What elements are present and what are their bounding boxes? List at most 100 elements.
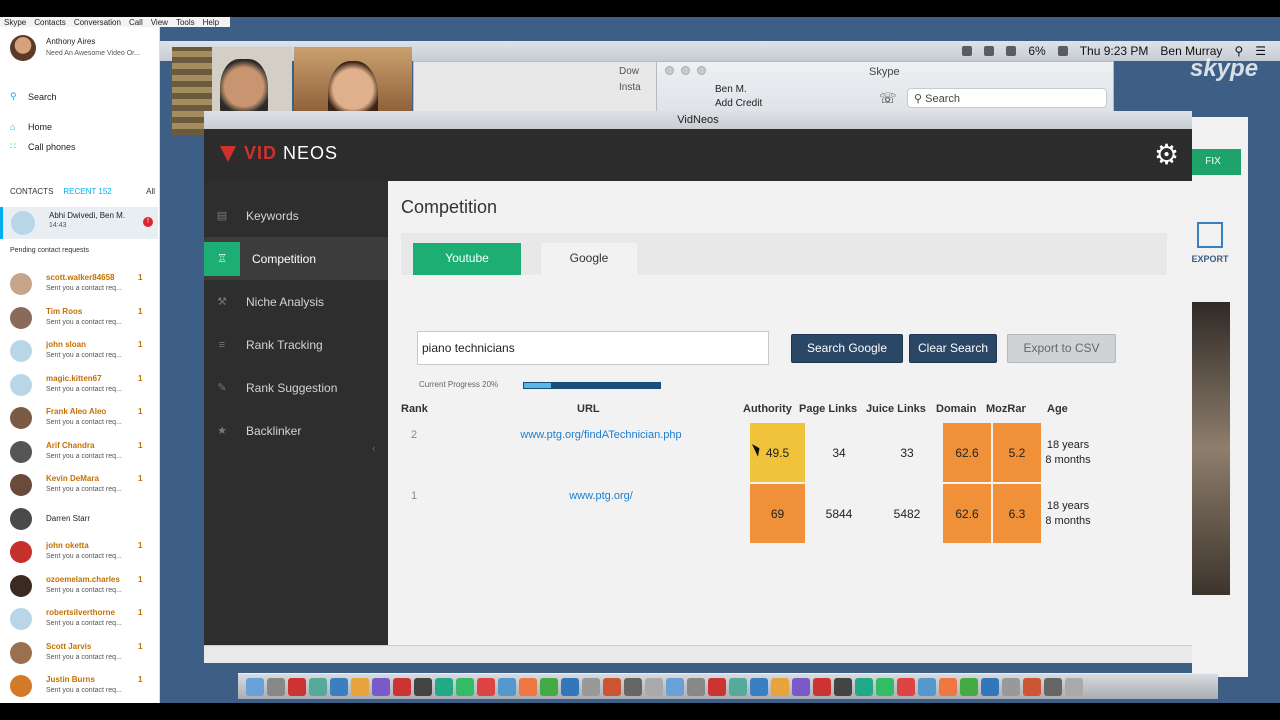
dock-app-icon[interactable]: [330, 678, 348, 696]
volume-icon[interactable]: [1057, 46, 1068, 56]
table-row[interactable]: 2 www.ptg.org/findATechnician.php 49.5 34 33…: [401, 423, 1101, 484]
cell-url[interactable]: www.ptg.org/findATechnician.php: [471, 423, 731, 482]
dock-app-icon[interactable]: [393, 678, 411, 696]
contact-request-item[interactable]: ozoemelam.charles Sent you a contact req.…: [0, 569, 158, 603]
collapse-sidebar-icon[interactable]: ‹: [372, 443, 376, 455]
menu-help[interactable]: Help: [203, 18, 219, 27]
dock-app-icon[interactable]: [1023, 678, 1041, 696]
dock-app-icon[interactable]: [855, 678, 873, 696]
menu-contacts[interactable]: Contacts: [34, 18, 66, 27]
battery-indicator[interactable]: 6%: [1028, 44, 1045, 58]
clear-search-button[interactable]: Clear Search: [909, 334, 997, 363]
tab-youtube[interactable]: Youtube: [413, 243, 521, 275]
settings-gear-icon[interactable]: ⚙: [1154, 139, 1179, 171]
fix-button[interactable]: FIX: [1185, 149, 1241, 175]
contact-request-item[interactable]: john sloan Sent you a contact req... 1: [0, 334, 158, 368]
skype-nav-call-phones[interactable]: ∷ Call phones: [10, 141, 76, 152]
keyword-search-input[interactable]: [417, 331, 769, 365]
contact-request-item[interactable]: john oketta Sent you a contact req... 1: [0, 535, 158, 569]
column-header[interactable]: Domain: [936, 403, 976, 415]
contact-request-item[interactable]: Darren Starr: [0, 502, 158, 536]
dock-app-icon[interactable]: [897, 678, 915, 696]
dock-app-icon[interactable]: [456, 678, 474, 696]
dock-app-icon[interactable]: [267, 678, 285, 696]
dock-app-icon[interactable]: [729, 678, 747, 696]
table-row[interactable]: 1 www.ptg.org/69 5844 5482 62.6 6.3 18 years 8…: [401, 484, 1101, 545]
tab-recent[interactable]: RECENT 152: [63, 187, 111, 196]
export-csv-button[interactable]: Export to CSV: [1007, 334, 1116, 363]
dock-app-icon[interactable]: [498, 678, 516, 696]
skype-profile[interactable]: Anthony Aires Need An Awesome Video Or..…: [8, 33, 158, 63]
column-header[interactable]: Age: [1047, 403, 1068, 415]
column-header[interactable]: Authority: [743, 403, 795, 415]
dock-app-icon[interactable]: [876, 678, 894, 696]
dock-app-icon[interactable]: [288, 678, 306, 696]
skype-nav-home[interactable]: ⌂ Home: [10, 122, 52, 132]
nav-item-rank-tracking[interactable]: ≡ Rank Tracking: [204, 323, 388, 366]
dock-app-icon[interactable]: [960, 678, 978, 696]
dock-app-icon[interactable]: [624, 678, 642, 696]
menu-view[interactable]: View: [151, 18, 168, 27]
dock-app-icon[interactable]: [687, 678, 705, 696]
dock-app-icon[interactable]: [582, 678, 600, 696]
menu-conversation[interactable]: Conversation: [74, 18, 121, 27]
contact-request-item[interactable]: Kevin DeMara Sent you a contact req... 1: [0, 468, 158, 502]
tab-google[interactable]: Google: [541, 243, 637, 275]
dock-app-icon[interactable]: [372, 678, 390, 696]
contact-request-item[interactable]: robertsilverthorne Sent you a contact req…: [0, 602, 158, 636]
dock-app-icon[interactable]: [1002, 678, 1020, 696]
dock-app-icon[interactable]: [309, 678, 327, 696]
contact-request-item[interactable]: magic.kitten67 Sent you a contact req... 1: [0, 368, 158, 402]
contact-request-item[interactable]: Arif Chandra Sent you a contact req... 1: [0, 435, 158, 469]
column-header[interactable]: MozRank: [986, 403, 1026, 415]
dock-app-icon[interactable]: [435, 678, 453, 696]
finder-item-downloads[interactable]: Dow: [619, 66, 639, 77]
contact-request-item[interactable]: Scott Jarvis Sent you a contact req... 1: [0, 636, 158, 670]
add-credit-link[interactable]: Add Credit: [715, 98, 762, 109]
nav-item-competition[interactable]: ♖ Competition: [204, 237, 388, 280]
contact-request-item[interactable]: Frank Aleo Aleo Sent you a contact req...…: [0, 401, 158, 435]
dock-app-icon[interactable]: [561, 678, 579, 696]
contact-request-item[interactable]: Justin Burns Sent you a contact req... 1: [0, 669, 158, 703]
dock-app-icon[interactable]: [645, 678, 663, 696]
search-google-button[interactable]: Search Google: [791, 334, 903, 363]
dock-app-icon[interactable]: [939, 678, 957, 696]
dock-app-icon[interactable]: [750, 678, 768, 696]
dock-app-icon[interactable]: [771, 678, 789, 696]
dock-app-icon[interactable]: [477, 678, 495, 696]
dock-app-icon[interactable]: [1065, 678, 1083, 696]
dock-app-icon[interactable]: [792, 678, 810, 696]
skype-search-box[interactable]: ⚲ Search: [907, 88, 1107, 108]
contact-request-item[interactable]: scott.walker84658 Sent you a contact req.…: [0, 267, 158, 301]
menubar-clock[interactable]: Thu 9:23 PM: [1080, 44, 1149, 58]
zoom-window-button[interactable]: [697, 66, 706, 75]
recent-conversation[interactable]: Abhi Dwivedi, Ben M. 14:43 !: [0, 207, 158, 239]
close-window-button[interactable]: [665, 66, 674, 75]
contact-request-item[interactable]: atuche66: [0, 703, 158, 704]
nav-item-backlinker[interactable]: ★ Backlinker: [204, 409, 388, 452]
filter-all-dropdown[interactable]: All: [146, 187, 155, 196]
dock-app-icon[interactable]: [708, 678, 726, 696]
nav-item-niche-analysis[interactable]: ⚒ Niche Analysis: [204, 280, 388, 323]
dock-app-icon[interactable]: [666, 678, 684, 696]
column-header[interactable]: Juice Links: [866, 403, 926, 415]
bluetooth-icon[interactable]: [984, 46, 995, 56]
dock-app-icon[interactable]: [834, 678, 852, 696]
dock-app-icon[interactable]: [918, 678, 936, 696]
dock-app-icon[interactable]: [246, 678, 264, 696]
menu-tools[interactable]: Tools: [176, 18, 195, 27]
menu-call[interactable]: Call: [129, 18, 143, 27]
dock-app-icon[interactable]: [1044, 678, 1062, 696]
dock-app-icon[interactable]: [981, 678, 999, 696]
column-header[interactable]: URL: [577, 403, 600, 415]
contact-request-item[interactable]: Tim Roos Sent you a contact req... 1: [0, 301, 158, 335]
dialpad-icon[interactable]: ☏: [879, 90, 897, 107]
cell-url[interactable]: www.ptg.org/: [471, 484, 731, 543]
dock-app-icon[interactable]: [351, 678, 369, 696]
tab-contacts[interactable]: CONTACTS: [10, 187, 53, 196]
export-side-button[interactable]: EXPORT: [1190, 222, 1230, 264]
minimize-window-button[interactable]: [681, 66, 690, 75]
menu-skype[interactable]: Skype: [4, 18, 26, 27]
column-header[interactable]: Rank: [401, 403, 428, 415]
dock-app-icon[interactable]: [603, 678, 621, 696]
